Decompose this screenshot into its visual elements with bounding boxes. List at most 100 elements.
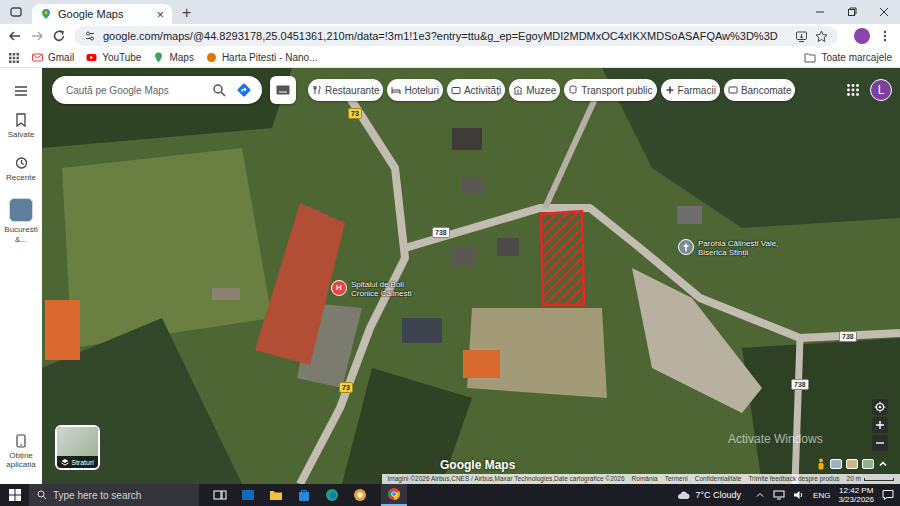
route-shield: 738 (791, 379, 809, 390)
view-thumbnail[interactable] (862, 459, 874, 469)
minimize-icon (815, 7, 825, 17)
scale-line (864, 478, 894, 481)
edge-icon[interactable] (325, 488, 339, 502)
imagery-attribution: Imagini ©2026 Airbus,CNES / Airbus,Maxar… (388, 475, 625, 483)
browser-profile-avatar[interactable] (854, 28, 870, 44)
recent-place-thumbnail (9, 198, 33, 222)
place-pin[interactable]: H (331, 280, 347, 296)
maps-favicon-icon (40, 8, 52, 20)
chevron-up-icon[interactable] (878, 459, 888, 469)
tab-search-button[interactable] (6, 2, 26, 22)
tray-chevron-icon[interactable] (755, 490, 765, 500)
layers-icon (61, 458, 69, 466)
network-icon[interactable] (773, 490, 785, 500)
history-icon (14, 156, 28, 170)
view-thumbnail[interactable] (846, 459, 858, 469)
zoom-out-button[interactable] (872, 435, 888, 451)
pegman-icon[interactable] (816, 458, 826, 470)
bookmark-item[interactable]: YouTube (86, 52, 141, 63)
minimize-button[interactable] (804, 0, 836, 24)
category-chip[interactable]: Transport public (564, 79, 656, 101)
cloud-icon (677, 490, 691, 500)
bookmark-item[interactable]: Maps (153, 52, 193, 63)
category-chips: RestauranteHoteluriActivitățiMuzee Transp… (308, 79, 795, 101)
address-bar[interactable]: google.com/maps/@44.8293178,25.0451361,2… (74, 26, 838, 46)
notifications-icon[interactable] (882, 489, 894, 501)
account-avatar[interactable]: L (870, 79, 892, 101)
layers-thumbnail (57, 427, 98, 456)
place-marker[interactable]: HSpitalul de Boli Cronice Călinești (331, 280, 429, 298)
bookmark-label: Harta Pitesti - Nano... (222, 52, 318, 63)
tab-list-icon (10, 6, 22, 18)
browser-tab[interactable]: Google Maps× (32, 4, 172, 24)
satellite-map[interactable]: 7373738738738HSpitalul de Boli Cronice C… (42, 68, 900, 484)
language-indicator[interactable]: ENG (813, 491, 830, 500)
layers-button[interactable]: Straturi (55, 425, 100, 470)
rail-item[interactable]: Recente (1, 156, 41, 183)
my-location-button[interactable] (872, 399, 888, 415)
category-chip[interactable]: Hoteluri (387, 79, 442, 101)
google-apps-icon[interactable] (846, 83, 860, 97)
search-box[interactable]: Caută pe Google Maps (52, 76, 262, 104)
bookmark-star-icon[interactable] (815, 30, 828, 43)
chip-label: Bancomate (741, 85, 792, 96)
task-view-icon[interactable] (213, 489, 227, 501)
category-icon (312, 85, 322, 95)
taskbar-search[interactable]: Type here to search (29, 484, 199, 506)
locate-icon (874, 401, 886, 413)
scale-bar[interactable]: 20 m (847, 475, 894, 483)
directions-icon[interactable] (236, 82, 252, 98)
all-bookmarks-label: Toate marcajele (821, 52, 892, 63)
new-tab-button[interactable]: + (182, 5, 191, 21)
bookmarks-bar: Gmail YouTube Maps Harta Pitesti - Nano... T… (0, 48, 900, 68)
reload-icon[interactable] (52, 29, 66, 43)
church-cross-icon (682, 243, 690, 252)
place-marker[interactable]: Parohia Călinești Vale, Biserica Sfinții (678, 239, 790, 257)
store-icon[interactable] (297, 488, 311, 502)
map-footer: Imagini ©2026 Airbus,CNES / Airbus,Maxar… (382, 474, 900, 484)
footer-link[interactable]: Trimite feedback despre produs (748, 475, 839, 483)
category-chip[interactable]: Activități (447, 79, 505, 101)
category-chip[interactable]: Muzee (509, 79, 560, 101)
file-explorer-icon[interactable] (269, 488, 283, 502)
back-arrow-icon[interactable] (8, 29, 22, 43)
close-window-button[interactable] (868, 0, 900, 24)
forward-arrow-icon[interactable] (30, 29, 44, 43)
rail-item[interactable]: Salvate (1, 113, 41, 140)
bookmark-item[interactable]: Gmail (32, 52, 74, 63)
zoom-in-button[interactable] (872, 417, 888, 433)
clock-date: 3/23/2026 (838, 495, 874, 504)
footer-link[interactable]: România (632, 475, 658, 483)
rail-label: Recente (1, 173, 41, 183)
app-icon[interactable] (353, 488, 367, 502)
weather-widget[interactable]: 7°C Cloudy (677, 490, 741, 500)
apps-grid-icon[interactable] (8, 52, 20, 64)
tab-close-button[interactable]: × (156, 8, 164, 21)
rail-item[interactable]: Bucuresti &... (1, 198, 41, 244)
footer-link[interactable]: Confidențialitate (695, 475, 742, 483)
chip-label: Transport public (581, 85, 652, 96)
category-chip[interactable]: Bancomate (724, 79, 796, 101)
maximize-button[interactable] (836, 0, 868, 24)
site-info-icon[interactable] (84, 30, 96, 42)
volume-icon[interactable] (793, 490, 805, 500)
clock[interactable]: 12:42 PM3/23/2026 (838, 486, 874, 504)
kebab-menu-icon[interactable] (878, 29, 892, 43)
windows-start-icon[interactable] (9, 489, 21, 501)
footer-link[interactable]: Termeni (665, 475, 688, 483)
view-thumbnail[interactable] (830, 459, 842, 469)
install-app-icon[interactable] (795, 30, 808, 43)
category-chip[interactable]: Farmacii (661, 79, 720, 101)
hamburger-menu-icon[interactable] (14, 85, 28, 97)
search-icon[interactable] (212, 83, 226, 97)
bookmark-item[interactable]: Harta Pitesti - Nano... (206, 52, 318, 63)
outlook-icon[interactable] (241, 488, 255, 502)
scale-label: 20 m (847, 475, 861, 483)
place-pin[interactable] (678, 239, 694, 255)
input-tools-button[interactable] (270, 76, 296, 104)
all-bookmarks-button[interactable]: Toate marcajele (804, 52, 892, 63)
satellite-imagery (42, 68, 900, 484)
get-app-button[interactable]: Obține aplicația (1, 434, 41, 470)
category-chip[interactable]: Restaurante (308, 79, 383, 101)
chrome-taskbar-button[interactable] (381, 484, 407, 506)
